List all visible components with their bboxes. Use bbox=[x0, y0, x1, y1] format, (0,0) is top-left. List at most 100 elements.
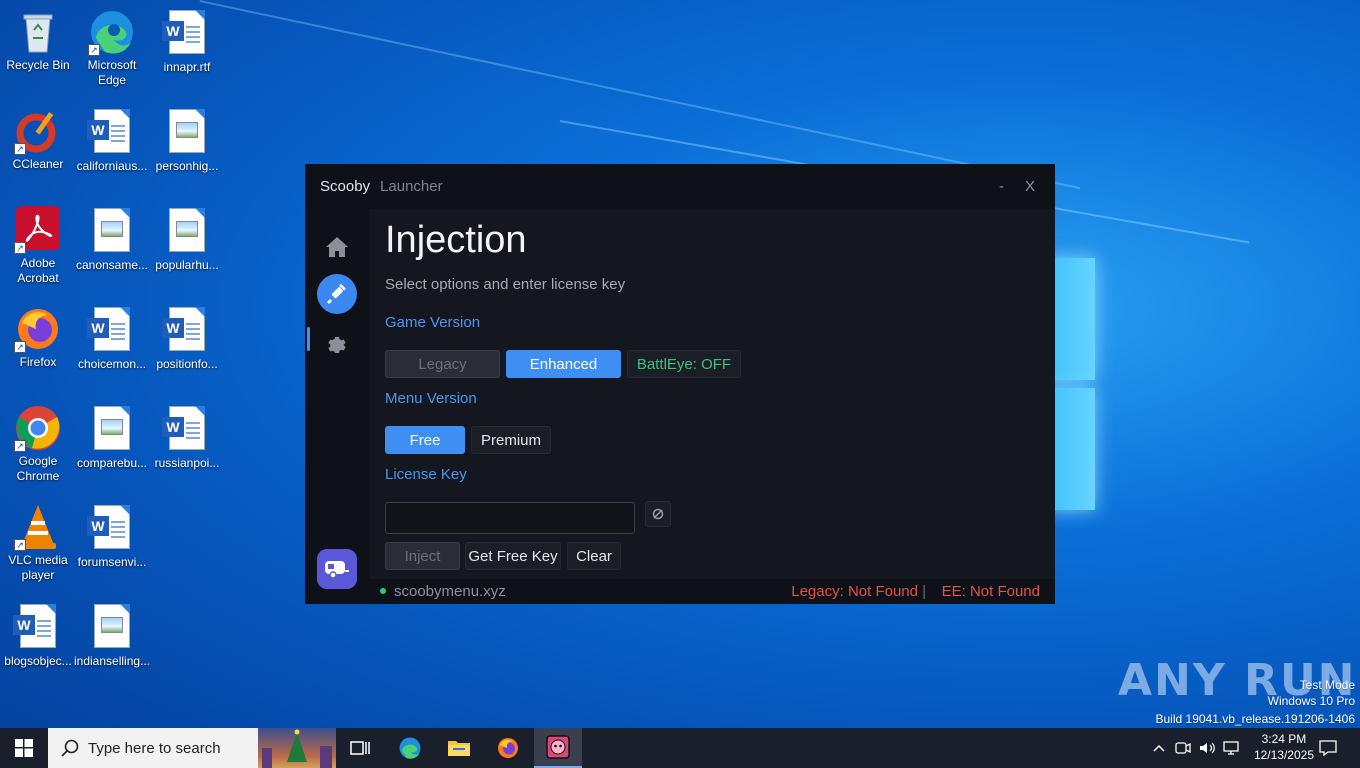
ee-status: EE: Not Found bbox=[941, 583, 1040, 600]
word-doc-icon: W bbox=[162, 307, 211, 355]
image-doc-icon bbox=[163, 109, 211, 157]
start-button[interactable] bbox=[0, 728, 48, 768]
windows-build-text: Build 19041.vb_release.191206-1406 bbox=[1155, 712, 1356, 726]
status-bar: scoobymenu.xyz Legacy: Not Found | EE: N… bbox=[370, 579, 1055, 604]
taskbar-edge-icon[interactable] bbox=[388, 728, 432, 768]
desktop-icon-file[interactable]: personhig... bbox=[149, 107, 225, 174]
premium-button[interactable]: Premium bbox=[471, 426, 551, 454]
desktop-icon-firefox[interactable]: ↗ Firefox bbox=[0, 305, 76, 370]
word-doc-icon: W bbox=[87, 505, 136, 553]
close-button[interactable]: X bbox=[1025, 178, 1035, 195]
desktop-icon-ccleaner[interactable]: ↗ CCleaner bbox=[0, 107, 76, 172]
desktop-icon-label: californiaus... bbox=[76, 159, 148, 173]
meet-now-icon[interactable] bbox=[1172, 728, 1194, 768]
file-explorer-icon[interactable] bbox=[437, 728, 481, 768]
word-doc-icon: W bbox=[13, 604, 62, 652]
shortcut-arrow-icon: ↗ bbox=[14, 341, 26, 353]
clock-date: 12/13/2025 bbox=[1253, 748, 1314, 762]
word-doc-icon: W bbox=[162, 10, 211, 58]
shortcut-arrow-icon: ↗ bbox=[14, 539, 26, 551]
desktop-icon-label: choicemon... bbox=[77, 357, 147, 371]
page-title: Injection bbox=[385, 219, 527, 261]
shortcut-arrow-icon: ↗ bbox=[14, 440, 26, 452]
vlc-icon: ↗ bbox=[14, 503, 62, 551]
gear-icon[interactable] bbox=[317, 326, 357, 366]
volume-icon[interactable] bbox=[1196, 728, 1218, 768]
desktop-icon-file[interactable]: comparebu... bbox=[74, 404, 150, 471]
search-highlight-image bbox=[258, 728, 336, 768]
nav-selection-indicator bbox=[307, 327, 310, 351]
network-icon[interactable] bbox=[1220, 728, 1242, 768]
eye-off-icon bbox=[652, 508, 664, 520]
ccleaner-icon: ↗ bbox=[14, 107, 62, 155]
desktop-icon-label: Google Chrome bbox=[16, 454, 60, 483]
edge-icon: ↗ bbox=[88, 8, 136, 56]
main-content: Injection Select options and enter licen… bbox=[370, 209, 1055, 579]
enhanced-button[interactable]: Enhanced bbox=[506, 350, 621, 378]
word-doc-icon: W bbox=[87, 109, 136, 157]
image-doc-icon bbox=[88, 406, 136, 454]
game-version-label: Game Version bbox=[385, 314, 481, 331]
desktop-icon-file[interactable]: popularhu... bbox=[149, 206, 225, 273]
desktop-icon-file[interactable]: W californiaus... bbox=[74, 107, 150, 174]
online-status-dot bbox=[380, 588, 386, 594]
recycle-bin-icon bbox=[14, 8, 62, 56]
windows-edition-text: Windows 10 Pro bbox=[1267, 694, 1355, 708]
get-free-key-button[interactable]: Get Free Key bbox=[465, 542, 561, 570]
desktop-icon-acrobat[interactable]: ↗ Adobe Acrobat bbox=[0, 206, 76, 286]
word-doc-icon: W bbox=[87, 307, 136, 355]
taskbar-search-box[interactable]: Type here to search bbox=[48, 728, 336, 768]
chrome-icon: ↗ bbox=[14, 404, 62, 452]
search-placeholder: Type here to search bbox=[88, 739, 221, 757]
scooby-launcher-window: Scooby Launcher - X Injection Select opt… bbox=[305, 164, 1055, 604]
notification-center-icon[interactable] bbox=[1310, 728, 1346, 768]
desktop-icon-file[interactable]: W innapr.rtf bbox=[149, 8, 225, 75]
inject-button[interactable]: Inject bbox=[385, 542, 460, 570]
taskbar-firefox-icon[interactable] bbox=[486, 728, 530, 768]
desktop-icon-file[interactable]: W forumsenvi... bbox=[74, 503, 150, 570]
desktop-icon-chrome[interactable]: ↗ Google Chrome bbox=[0, 404, 76, 484]
test-mode-text: Test Mode bbox=[1299, 678, 1355, 692]
desktop-icon-file[interactable]: indianselling... bbox=[74, 602, 150, 669]
desktop-icon-label: indianselling... bbox=[74, 654, 151, 668]
website-link[interactable]: scoobymenu.xyz bbox=[394, 583, 506, 600]
desktop-icon-recycle-bin[interactable]: Recycle Bin bbox=[0, 8, 76, 73]
task-view-icon[interactable] bbox=[338, 728, 382, 768]
desktop-icon-label: popularhu... bbox=[155, 258, 219, 272]
license-key-input[interactable] bbox=[385, 502, 635, 534]
desktop-icon-label: innapr.rtf bbox=[163, 60, 211, 74]
desktop-icon-vlc[interactable]: ↗ VLC media player bbox=[0, 503, 76, 583]
minimize-button[interactable]: - bbox=[999, 178, 1004, 195]
home-icon[interactable] bbox=[317, 227, 357, 267]
caravan-icon[interactable] bbox=[317, 549, 357, 589]
clear-button[interactable]: Clear bbox=[567, 542, 621, 570]
taskbar-clock[interactable]: 3:24 PM 12/13/2025 bbox=[1254, 731, 1314, 763]
acrobat-icon: ↗ bbox=[14, 206, 62, 254]
scooby-app-icon bbox=[546, 735, 570, 759]
show-hidden-icons-chevron-icon[interactable] bbox=[1148, 728, 1170, 768]
app-subtitle: Launcher bbox=[380, 178, 443, 195]
desktop-icon-label: VLC media player bbox=[8, 553, 68, 582]
toggle-visibility-button[interactable] bbox=[645, 501, 671, 527]
syringe-icon[interactable] bbox=[317, 274, 357, 314]
taskbar-scooby-app[interactable] bbox=[534, 728, 582, 768]
title-bar[interactable]: Scooby Launcher - X bbox=[305, 164, 1055, 209]
desktop-icon-file[interactable]: canonsame... bbox=[74, 206, 150, 273]
image-doc-icon bbox=[88, 604, 136, 652]
legacy-status: Legacy: Not Found bbox=[791, 583, 918, 600]
desktop-icon-file[interactable]: W positionfo... bbox=[149, 305, 225, 372]
desktop-icon-label: Microsoft Edge bbox=[87, 58, 137, 87]
status-separator: | bbox=[922, 583, 926, 600]
free-button[interactable]: Free bbox=[385, 426, 465, 454]
desktop-icon-label: Recycle Bin bbox=[6, 58, 70, 72]
desktop-icon-file[interactable]: W blogsobjec... bbox=[0, 602, 76, 669]
desktop-icon-file[interactable]: W russianpoi... bbox=[149, 404, 225, 471]
word-doc-icon: W bbox=[162, 406, 211, 454]
menu-version-label: Menu Version bbox=[385, 390, 477, 407]
desktop-icon-edge[interactable]: ↗ Microsoft Edge bbox=[74, 8, 150, 88]
desktop-icon-label: canonsame... bbox=[75, 258, 149, 272]
legacy-button[interactable]: Legacy bbox=[385, 350, 500, 378]
taskbar: Type here to search 3:24 PM 12/13/2025 bbox=[0, 728, 1360, 768]
desktop-icon-file[interactable]: W choicemon... bbox=[74, 305, 150, 372]
desktop-icon-label: personhig... bbox=[155, 159, 219, 173]
